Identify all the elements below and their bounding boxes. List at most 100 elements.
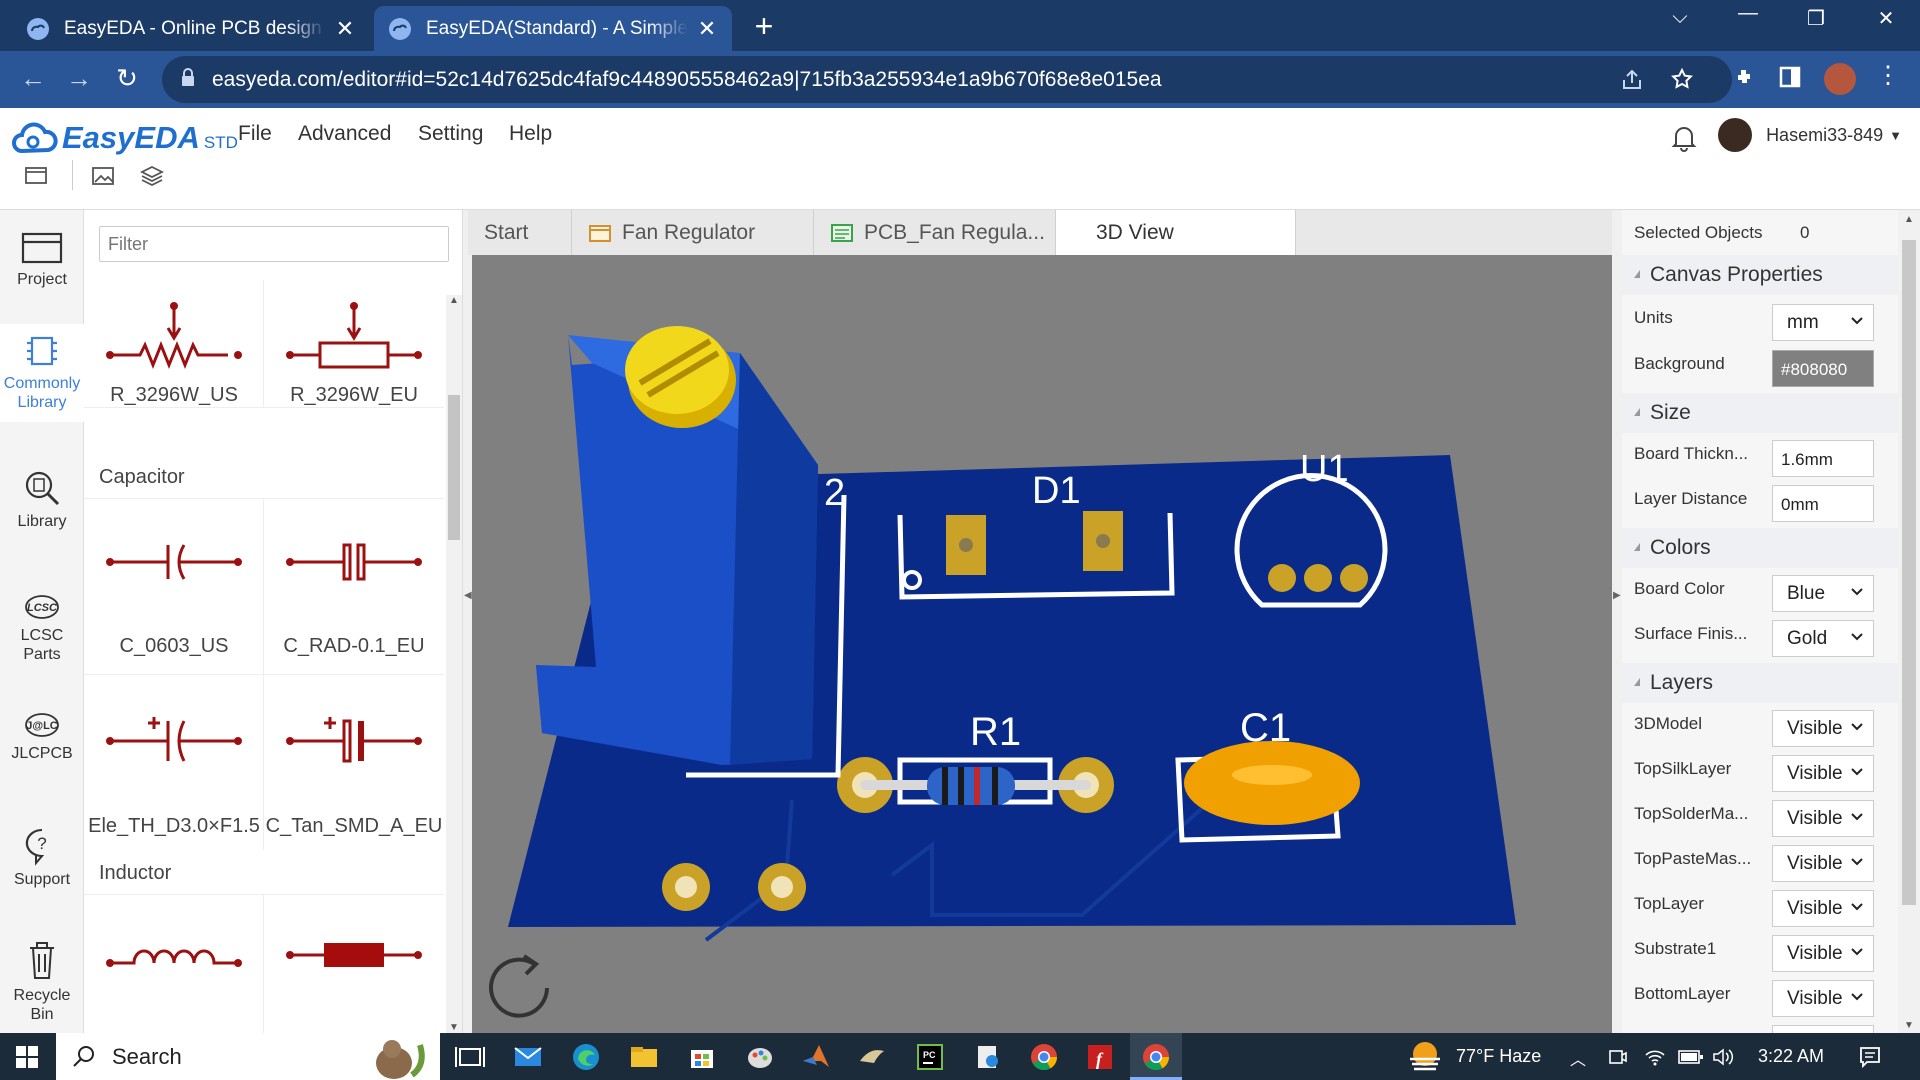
chrome-icon[interactable] [1028,1041,1060,1073]
lib-item-r3296w-us[interactable]: R_3296W_US [84,280,264,408]
tab-close-icon[interactable]: ✕ [334,16,356,42]
weather-text[interactable]: 77°F Haze [1456,1046,1541,1067]
back-button[interactable]: ← [16,63,50,94]
layer-bottomlayer-select[interactable]: Visible [1772,980,1874,1017]
layers-icon[interactable] [139,164,165,188]
weather-haze-icon[interactable] [1406,1039,1444,1073]
layers-header[interactable]: Layers [1622,663,1898,703]
properties-scrollbar[interactable]: ▲ ▼ [1898,210,1920,1033]
menu-help[interactable]: Help [509,122,552,146]
nav-commonly-library[interactable]: Commonly Library [0,324,84,422]
library-scrollbar[interactable]: ▲ ▼ [446,295,462,1033]
forward-button[interactable]: → [62,63,96,94]
surface-finish-select[interactable]: Gold [1772,620,1874,657]
layer-toplayer-select[interactable]: Visible [1772,890,1874,927]
tab-pcb-fan-regulator[interactable]: PCB_Fan Regula... [814,210,1056,255]
lib-item-inductor-us[interactable] [84,894,264,1033]
file-explorer-icon[interactable] [628,1041,660,1073]
board-thickness-input[interactable]: 1.6mm [1772,440,1874,477]
url-bar[interactable]: easyeda.com/editor#id=52c14d7625dc4faf9c… [162,56,1732,103]
project-folder-icon[interactable] [24,164,48,186]
wifi-icon[interactable] [1644,1047,1666,1067]
library-filter-input[interactable] [99,226,449,262]
rotate-reset-icon[interactable] [484,950,554,1020]
layer-topsoldermask-select[interactable]: Visible [1772,800,1874,837]
extensions-icon[interactable] [1732,66,1756,90]
app-bird-icon[interactable] [856,1041,888,1073]
tab-close-icon[interactable]: ✕ [696,16,718,42]
lib-item-ele-th[interactable]: Ele_TH_D3.0×F1.5 [84,674,264,850]
scroll-up-icon[interactable]: ▲ [449,295,459,306]
mail-icon[interactable] [512,1041,544,1073]
lib-item-c-rad-0-1-eu[interactable]: C_RAD-0.1_EU [264,498,444,674]
share-icon[interactable] [1620,68,1644,92]
lib-item-inductor-eu[interactable] [264,894,444,1033]
restore-button[interactable]: ❐ [1796,6,1836,31]
lib-item-c-tan-smd-a-eu[interactable]: C_Tan_SMD_A_EU [264,674,444,850]
layer-substrate1-select[interactable]: Visible [1772,935,1874,972]
paint-icon[interactable] [744,1041,776,1073]
tab-start[interactable]: Start [468,210,572,255]
battery-icon[interactable] [1678,1049,1704,1065]
notifications-icon[interactable] [1858,1045,1882,1069]
bookmark-star-icon[interactable] [1670,67,1694,91]
browser-tab-easyeda-editor[interactable]: EasyEDA(Standard) - A Simple an ✕ [374,6,732,51]
nav-lcsc-parts[interactable]: LCSC LCSC Parts [0,592,84,664]
reload-button[interactable]: ↻ [110,63,144,94]
menu-setting[interactable]: Setting [418,122,483,146]
tab-fan-regulator[interactable]: Fan Regulator [572,210,814,255]
browser-tab-easyeda-home[interactable]: EasyEDA - Online PCB design & c ✕ [12,6,370,51]
browser-menu-icon[interactable]: ⋮ [1876,61,1900,90]
profile-avatar[interactable] [1824,63,1856,95]
lib-item-r3296w-eu[interactable]: R_3296W_EU [264,280,444,408]
scroll-down-icon[interactable]: ▼ [449,1022,459,1033]
chrome-active-taskbar-button[interactable] [1130,1033,1182,1080]
layer-toppastemask-select[interactable]: Visible [1772,845,1874,882]
pycharm-icon[interactable]: PC [914,1041,946,1073]
scroll-down-icon[interactable]: ▼ [1904,1020,1914,1031]
left-splitter[interactable]: ◀ [462,210,472,1033]
menu-file[interactable]: File [238,122,272,146]
new-tab-button[interactable]: + [748,8,780,45]
nav-support[interactable]: ? Support [0,826,84,889]
menu-advanced[interactable]: Advanced [298,122,391,146]
meet-now-icon[interactable] [1608,1047,1628,1067]
windows-start-icon[interactable] [16,1046,38,1068]
tab-3d-view[interactable]: 3D View [1056,210,1296,255]
scroll-up-icon[interactable]: ▲ [1904,214,1914,225]
layer-topsilk-select[interactable]: Visible [1772,755,1874,792]
units-select[interactable]: mm [1772,304,1874,341]
tab-search-chevron-icon[interactable]: ⌵ [1660,6,1700,29]
library-scrollbar-thumb[interactable] [448,395,460,540]
microsoft-store-icon[interactable] [686,1041,718,1073]
tray-overflow-icon[interactable]: ︿ [1570,1046,1586,1070]
app-f-icon[interactable]: f [1084,1041,1116,1073]
nav-jlcpcb[interactable]: J@LC JLCPCB [0,710,84,763]
layer-3dmodel-select[interactable]: Visible [1772,710,1874,747]
close-window-button[interactable]: ✕ [1866,6,1906,31]
background-color-input[interactable]: #808080 [1772,350,1874,387]
lib-item-c0603-us[interactable]: C_0603_US [84,498,264,674]
file-manager-icon[interactable] [972,1041,1004,1073]
colors-header[interactable]: Colors [1622,528,1898,568]
clock-time[interactable]: 3:22 AM [1758,1046,1824,1067]
board-color-select[interactable]: Blue [1772,575,1874,612]
side-panel-icon[interactable] [1779,66,1801,88]
minimize-button[interactable]: — [1728,2,1768,25]
canvas-properties-header[interactable]: Canvas Properties [1622,255,1898,295]
3d-view-canvas[interactable]: D1 U1 R1 C1 2 [472,255,1612,1033]
nav-recycle-bin[interactable]: Recycle Bin [0,938,84,1024]
edge-icon[interactable] [570,1041,602,1073]
right-splitter[interactable]: ▶ [1612,210,1622,1033]
taskbar-search-box[interactable]: Search [56,1033,440,1080]
task-view-icon[interactable] [454,1041,486,1073]
size-header[interactable]: Size [1622,393,1898,433]
notification-bell-icon[interactable] [1671,124,1697,152]
layer-distance-input[interactable]: 0mm [1772,485,1874,522]
layer-next-select[interactable] [1772,1025,1874,1033]
user-menu[interactable]: Hasemi33-849 ▼ [1718,118,1902,152]
nav-project[interactable]: Project [0,230,84,289]
properties-scrollbar-thumb[interactable] [1902,240,1916,905]
matlab-icon[interactable] [800,1041,832,1073]
export-image-icon[interactable] [91,164,117,188]
